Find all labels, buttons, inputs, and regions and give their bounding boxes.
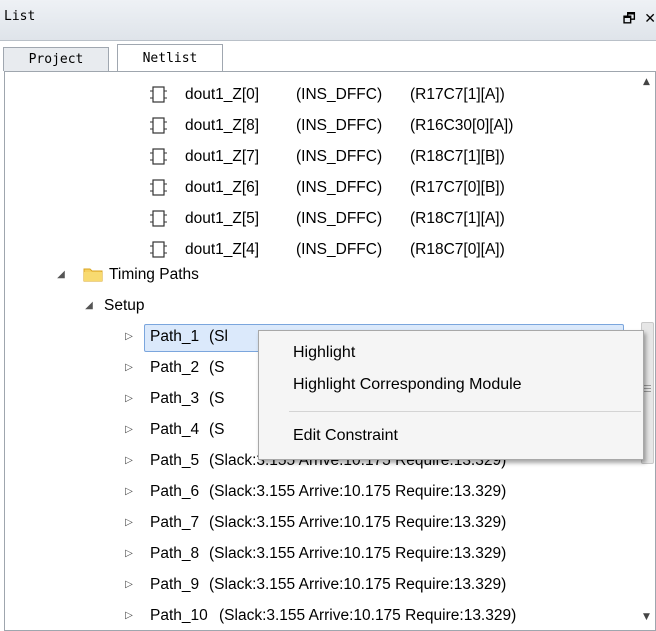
expand-triangle-icon[interactable]: ▷	[123, 321, 135, 352]
menu-item-edit-constraint[interactable]: Edit Constraint	[259, 420, 643, 452]
path-detail: (Slack:3.155 Arrive:10.175 Require:13.32…	[219, 607, 517, 624]
collapse-triangle-icon[interactable]: ◢	[55, 259, 67, 290]
restore-icon[interactable]: 🗗	[623, 8, 636, 32]
menu-item-highlight[interactable]: Highlight	[259, 337, 643, 369]
cell-instance-icon	[150, 148, 167, 165]
path-name: Path_9	[150, 576, 200, 593]
tree-node-register[interactable]: dout1_Z[8] (INS_DFFC) (R16C30[0][A])	[5, 110, 625, 141]
folder-icon	[83, 268, 103, 282]
tab-project[interactable]: Project	[3, 47, 109, 71]
expand-triangle-icon[interactable]: ▷	[123, 352, 135, 383]
path-name: Path_4	[150, 421, 200, 438]
expand-triangle-icon[interactable]: ▷	[123, 476, 135, 507]
path-detail: (S	[209, 359, 225, 376]
register-name: dout1_Z[8]	[185, 117, 260, 134]
close-icon[interactable]: ✕	[644, 11, 656, 27]
path-detail: (Slack:3.155 Arrive:10.175 Require:13.32…	[209, 576, 507, 593]
context-menu: Highlight Highlight Corresponding Module…	[258, 330, 644, 460]
tree-node-register[interactable]: dout1_Z[6] (INS_DFFC) (R17C7[0][B])	[5, 172, 625, 203]
expand-triangle-icon[interactable]: ▷	[123, 507, 135, 538]
register-name: dout1_Z[7]	[185, 148, 260, 165]
register-name: dout1_Z[0]	[185, 86, 260, 103]
tree-node-path[interactable]: ▷ Path_7 (Slack:3.155 Arrive:10.175 Requir…	[5, 507, 633, 538]
expand-triangle-icon[interactable]: ▷	[123, 600, 135, 630]
register-location: (R18C7[1][B])	[410, 148, 505, 165]
tree-node-setup[interactable]: ◢ Setup	[5, 290, 625, 321]
path-name: Path_8	[150, 545, 200, 562]
register-location: (R17C7[0][B])	[410, 179, 505, 196]
path-detail: (Slack:3.155 Arrive:10.175 Require:13.32…	[209, 514, 507, 531]
tree-node-register[interactable]: dout1_Z[0] (INS_DFFC) (R17C7[1][A])	[5, 79, 625, 110]
path-name: Path_1	[150, 328, 200, 345]
tab-strip: Project Netlist	[0, 41, 656, 72]
path-detail: (S	[209, 390, 225, 407]
tree-node-timing-paths[interactable]: ◢ Timing Paths	[5, 259, 625, 290]
cell-instance-icon	[150, 241, 167, 258]
tree-node-path[interactable]: ▷ Path_10 (Slack:3.155 Arrive:10.175 Requi…	[5, 600, 633, 630]
register-type: (INS_DFFC)	[296, 210, 383, 227]
tree-node-path[interactable]: ▷ Path_6 (Slack:3.155 Arrive:10.175 Requir…	[5, 476, 633, 507]
cell-instance-icon	[150, 117, 167, 134]
path-name: Path_7	[150, 514, 200, 531]
path-name: Path_10	[150, 607, 208, 624]
cell-instance-icon	[150, 179, 167, 196]
path-name: Path_3	[150, 390, 200, 407]
collapse-triangle-icon[interactable]: ◢	[83, 290, 95, 321]
path-name: Path_6	[150, 483, 200, 500]
menu-item-highlight-module[interactable]: Highlight Corresponding Module	[259, 369, 643, 401]
path-detail: (Slack:3.155 Arrive:10.175 Require:13.32…	[209, 545, 507, 562]
menu-separator	[289, 411, 641, 412]
cell-instance-icon	[150, 210, 167, 227]
register-type: (INS_DFFC)	[296, 117, 383, 134]
register-type: (INS_DFFC)	[296, 179, 383, 196]
title-controls: 🗗 ✕	[619, 8, 656, 32]
scroll-down-arrow-icon[interactable]: ▼	[638, 609, 655, 626]
scroll-up-arrow-icon[interactable]: ▲	[638, 74, 655, 91]
tree-node-path[interactable]: ▷ Path_9 (Slack:3.155 Arrive:10.175 Requir…	[5, 569, 633, 600]
expand-triangle-icon[interactable]: ▷	[123, 414, 135, 445]
path-detail: (S	[209, 421, 225, 438]
panel-titlebar: List 🗗 ✕	[0, 0, 656, 41]
expand-triangle-icon[interactable]: ▷	[123, 569, 135, 600]
register-location: (R17C7[1][A])	[410, 86, 505, 103]
path-name: Path_2	[150, 359, 200, 376]
path-detail: (Slack:3.155 Arrive:10.175 Require:13.32…	[209, 483, 507, 500]
expand-triangle-icon[interactable]: ▷	[123, 538, 135, 569]
path-name: Path_5	[150, 452, 200, 469]
expand-triangle-icon[interactable]: ▷	[123, 445, 135, 476]
tree-node-path[interactable]: ▷ Path_8 (Slack:3.155 Arrive:10.175 Requir…	[5, 538, 633, 569]
register-location: (R18C7[1][A])	[410, 210, 505, 227]
register-name: dout1_Z[6]	[185, 179, 260, 196]
register-location: (R16C30[0][A])	[410, 117, 514, 134]
tab-netlist[interactable]: Netlist	[117, 44, 223, 72]
tree-node-label: Timing Paths	[109, 266, 199, 283]
path-detail: (Sl	[209, 328, 228, 345]
tree-node-label: Setup	[104, 297, 145, 314]
register-type: (INS_DFFC)	[296, 148, 383, 165]
cell-instance-icon	[150, 86, 167, 103]
tree-node-register[interactable]: dout1_Z[5] (INS_DFFC) (R18C7[1][A])	[5, 203, 625, 234]
expand-triangle-icon[interactable]: ▷	[123, 383, 135, 414]
panel-title: List	[4, 9, 36, 24]
register-type: (INS_DFFC)	[296, 86, 383, 103]
tree-node-register[interactable]: dout1_Z[7] (INS_DFFC) (R18C7[1][B])	[5, 141, 625, 172]
register-name: dout1_Z[5]	[185, 210, 260, 227]
